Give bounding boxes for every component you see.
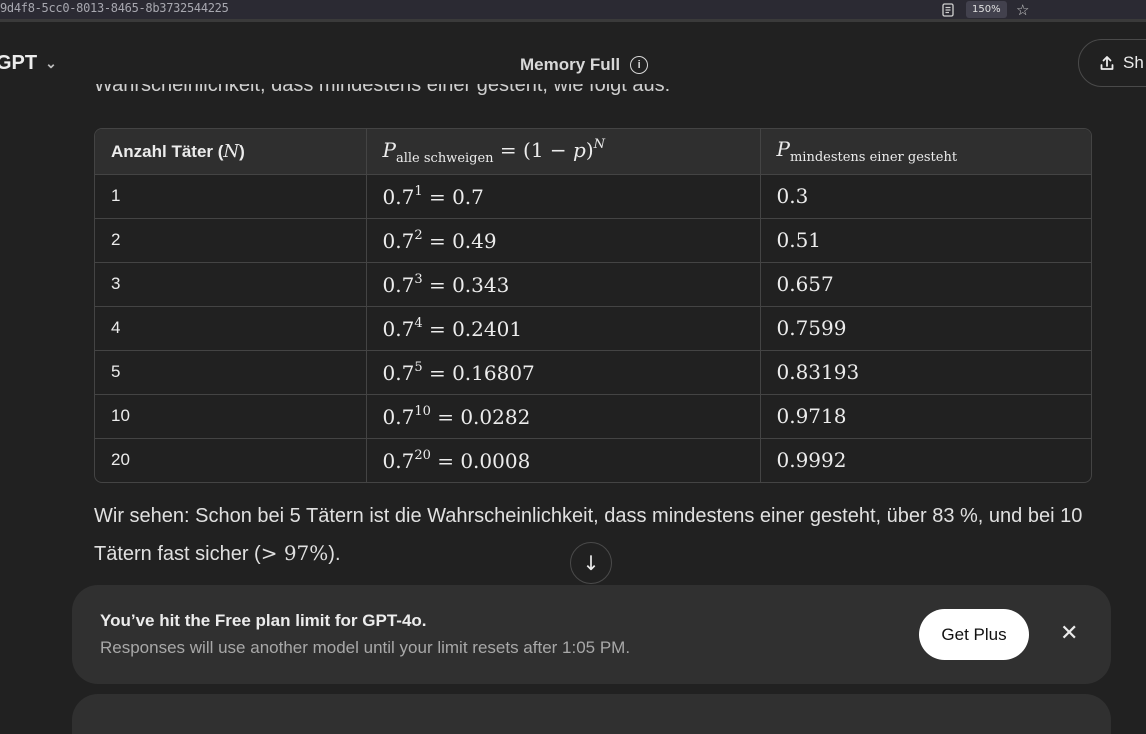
cell-mindestens-einer: 0.3: [760, 174, 1091, 219]
table-row: 20 0.720 = 0.0008 0.9992: [95, 438, 1091, 482]
cell-n: 10: [95, 394, 367, 439]
zoom-level-badge[interactable]: 150%: [966, 1, 1007, 18]
header-alle-schweigen: Palle schweigen = (1 − p)N: [366, 129, 761, 175]
chevron-down-icon: ⌄: [45, 55, 57, 71]
cell-mindestens-einer: 0.83193: [760, 350, 1091, 395]
table-row: 3 0.73 = 0.343 0.657: [95, 262, 1091, 307]
cell-mindestens-einer: 0.51: [760, 218, 1091, 263]
memory-status[interactable]: Memory Full i: [520, 55, 649, 75]
header-anzahl-taeter: Anzahl Täter (N): [95, 129, 367, 175]
scroll-down-button[interactable]: ↓: [570, 542, 612, 584]
message-composer[interactable]: [72, 694, 1111, 734]
share-button[interactable]: Sh: [1078, 39, 1146, 87]
reader-view-icon[interactable]: [940, 2, 956, 18]
share-icon: [1100, 56, 1114, 70]
header-mindestens-einer: Pmindestens einer gesteht: [760, 129, 1091, 175]
share-label: Sh: [1123, 53, 1144, 72]
info-icon[interactable]: i: [630, 56, 649, 74]
table-row: 1 0.71 = 0.7 0.3: [95, 174, 1091, 219]
url-text[interactable]: 9d4f8-5cc0-8013-8465-8b3732544225: [0, 1, 229, 15]
cell-alle-schweigen: 0.71 = 0.7: [366, 174, 761, 219]
cell-mindestens-einer: 0.9718: [760, 394, 1091, 439]
table-header-row: Anzahl Täter (N) Palle schweigen = (1 − …: [95, 129, 1091, 175]
model-name: GPT: [0, 52, 38, 74]
table-row: 10 0.710 = 0.0282 0.9718: [95, 394, 1091, 439]
cell-mindestens-einer: 0.7599: [760, 306, 1091, 351]
cell-mindestens-einer: 0.9992: [776, 448, 847, 473]
cell-n: 4: [95, 306, 367, 351]
probability-table: Anzahl Täter (N) Palle schweigen = (1 − …: [94, 128, 1092, 483]
table-row: 2 0.72 = 0.49 0.51: [95, 218, 1091, 263]
browser-url-bar: 9d4f8-5cc0-8013-8465-8b3732544225 150% ☆: [0, 0, 1146, 22]
get-plus-button[interactable]: Get Plus: [919, 609, 1029, 660]
cell-alle-schweigen: 0.720 = 0.0008: [366, 438, 761, 482]
cell-alle-schweigen: 0.710 = 0.0282: [366, 394, 761, 439]
banner-title: You’ve hit the Free plan limit for GPT-4…: [100, 611, 427, 630]
chat-header: GPT ⌄ Memory Full i Sh: [0, 22, 1146, 92]
inline-math: > 97%: [260, 541, 329, 565]
plan-limit-banner: You’ve hit the Free plan limit for GPT-4…: [72, 585, 1111, 684]
cell-alle-schweigen: 0.75 = 0.16807: [366, 350, 761, 395]
arrow-down-icon: ↓: [582, 551, 600, 575]
cell-n: 20: [95, 438, 367, 482]
cell-mindestens-einer: 0.657: [760, 262, 1091, 307]
model-selector[interactable]: GPT ⌄: [0, 52, 57, 75]
table-row: 4 0.74 = 0.2401 0.7599: [95, 306, 1091, 351]
table-row: 5 0.75 = 0.16807 0.83193: [95, 350, 1091, 395]
cell-n: 3: [95, 262, 367, 307]
cell-alle-schweigen: 0.72 = 0.49: [366, 218, 761, 263]
close-icon[interactable]: ✕: [1060, 621, 1078, 647]
cell-n: 5: [95, 350, 367, 395]
cell-alle-schweigen: 0.74 = 0.2401: [366, 306, 761, 351]
cell-n: 2: [95, 218, 367, 263]
cell-n: 1: [95, 174, 367, 219]
banner-subtitle: Responses will use another model until y…: [100, 638, 631, 657]
memory-label: Memory Full: [520, 55, 621, 74]
bookmark-star-icon[interactable]: ☆: [1016, 1, 1029, 19]
cell-alle-schweigen: 0.73 = 0.343: [366, 262, 761, 307]
